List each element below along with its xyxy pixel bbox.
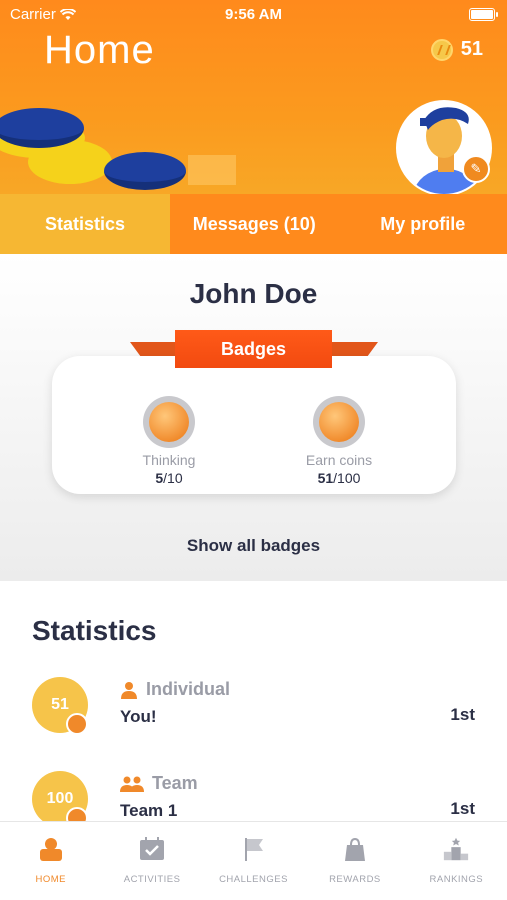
badge-progress: 51/100 <box>317 470 361 486</box>
nav-rewards[interactable]: REWARDS <box>304 822 405 900</box>
page-title: Home <box>44 28 155 72</box>
podium-icon <box>442 836 470 862</box>
tab-messages[interactable]: Messages (10) <box>170 194 339 254</box>
stat-rank: 1st <box>450 799 475 818</box>
user-name: John Doe <box>189 278 318 309</box>
stat-category: Individual <box>120 679 230 700</box>
nav-rankings[interactable]: RANKINGS <box>406 822 507 900</box>
bottom-tab-bar: HOME ACTIVITIES CHALLENGES REWARDS RANKI… <box>0 821 507 900</box>
badge-ring <box>143 396 195 448</box>
coin-count: 51 <box>460 38 483 60</box>
person-icon <box>121 681 137 699</box>
section-title: Statistics <box>32 615 157 646</box>
stat-category: Team <box>120 773 198 794</box>
nav-home[interactable]: HOME <box>0 822 101 900</box>
team-icon <box>120 776 144 792</box>
pencil-icon: ✎ <box>470 161 482 176</box>
badge-earn-coins[interactable]: Earn coins 51/100 <box>284 396 394 486</box>
show-all-badges-link[interactable]: Show all badges <box>0 536 507 556</box>
badge-progress: 5/10 <box>155 470 183 486</box>
shopping-bag-icon <box>341 836 369 862</box>
status-bar: Carrier 9:56 AM <box>0 0 507 30</box>
tab-my-profile[interactable]: My profile <box>339 194 507 254</box>
badge-name: Thinking <box>142 452 196 468</box>
flag-icon <box>240 836 268 862</box>
stat-row-individual[interactable]: 51 Individual You! 1st <box>0 677 507 757</box>
coin-balance[interactable]: 51 <box>430 38 483 61</box>
statistics-section: Statistics 51 Individual You! 1st 100 Te… <box>0 581 507 821</box>
nav-challenges[interactable]: CHALLENGES <box>203 822 304 900</box>
status-time: 9:56 AM <box>225 6 282 23</box>
badges-card: Thinking 5/10 Earn coins 51/100 <box>52 356 456 494</box>
stat-name: Team 1 <box>120 801 178 820</box>
badges-ribbon: Badges <box>175 330 332 368</box>
stat-name: You! <box>120 707 157 726</box>
profile-section: John Doe Thinking 5/10 Earn coins 51/100… <box>0 254 507 581</box>
coin-icon <box>430 38 453 61</box>
stat-row-team[interactable]: 100 Team Team 1 1st <box>0 771 507 821</box>
tab-bar: Statistics Messages (10) My profile <box>0 194 507 254</box>
badge-name: Earn coins <box>305 452 373 468</box>
battery-icon <box>469 8 498 21</box>
coin-icon <box>66 713 88 735</box>
trophy-icon <box>319 402 359 442</box>
home-icon <box>37 836 65 862</box>
edit-avatar-button[interactable]: ✎ <box>462 155 490 183</box>
tab-statistics[interactable]: Statistics <box>0 194 170 254</box>
badge-thinking[interactable]: Thinking 5/10 <box>114 396 224 486</box>
calendar-check-icon <box>138 836 166 862</box>
badge-ring <box>313 396 365 448</box>
lightbulb-icon <box>149 402 189 442</box>
stat-rank: 1st <box>450 705 475 724</box>
header-banner: Carrier 9:56 AM Home 51 ✎ <box>0 0 507 194</box>
nav-activities[interactable]: ACTIVITIES <box>101 822 202 900</box>
